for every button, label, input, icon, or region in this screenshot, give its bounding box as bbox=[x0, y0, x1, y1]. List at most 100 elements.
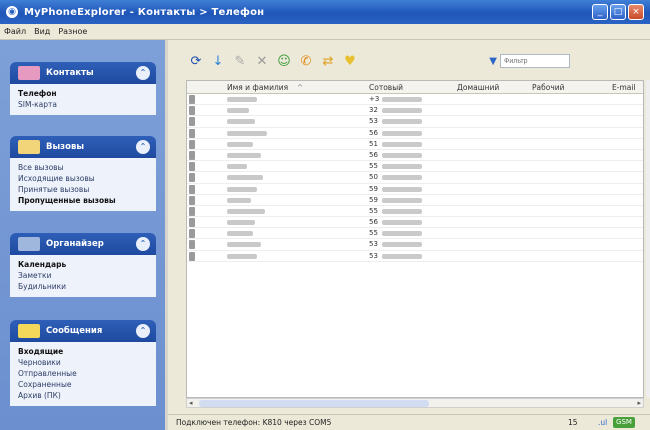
sidebar-item-archive[interactable]: Архив (ПК) bbox=[18, 390, 150, 401]
mobile-number: 55 bbox=[369, 206, 378, 215]
sidebar-item-sent[interactable]: Отправленные bbox=[18, 368, 150, 379]
blurred-name bbox=[227, 97, 257, 102]
window-controls: _ □ × bbox=[592, 4, 644, 20]
menu-file[interactable]: Файл bbox=[4, 27, 26, 36]
contact-icon bbox=[189, 218, 195, 228]
call-icon[interactable]: ✆ bbox=[298, 54, 314, 70]
scroll-right-icon[interactable]: ▸ bbox=[637, 399, 641, 407]
blurred-name bbox=[227, 108, 249, 114]
table-row[interactable]: 55 bbox=[187, 161, 643, 173]
delete-icon[interactable]: ✕ bbox=[254, 54, 270, 70]
table-row[interactable]: 53 bbox=[187, 239, 643, 251]
group-title: Сообщения bbox=[46, 326, 103, 336]
mobile-number: 56 bbox=[369, 218, 378, 227]
mobile-number: 53 bbox=[369, 240, 378, 249]
download-icon[interactable]: ↓ bbox=[210, 54, 226, 70]
status-bar: Подключен телефон: K810 через COM5 15 .u… bbox=[168, 414, 650, 430]
group-header-contacts[interactable]: Контакты ⌃ bbox=[10, 62, 156, 84]
table-row[interactable]: 56 bbox=[187, 217, 643, 229]
table-row[interactable]: 55 bbox=[187, 206, 643, 218]
column-email[interactable]: E-mail bbox=[612, 83, 636, 92]
group-header-organizer[interactable]: Органайзер ⌃ bbox=[10, 233, 156, 255]
sidebar-item-sim[interactable]: SIM-карта bbox=[18, 99, 150, 110]
sidebar-item-received[interactable]: Принятые вызовы bbox=[18, 184, 150, 195]
menu-view[interactable]: Вид bbox=[34, 27, 50, 36]
vertical-scrollbar[interactable] bbox=[646, 80, 650, 398]
table-row[interactable]: 55 bbox=[187, 228, 643, 240]
table-row[interactable]: 50 bbox=[187, 172, 643, 184]
sidebar-item-calendar[interactable]: Календарь bbox=[18, 259, 150, 270]
contact-icon bbox=[189, 128, 195, 138]
group-title: Органайзер bbox=[46, 239, 104, 249]
sidebar-item-all-calls[interactable]: Все вызовы bbox=[18, 162, 150, 173]
column-mobile[interactable]: Сотовый bbox=[369, 83, 403, 92]
table-row[interactable]: 56 bbox=[187, 150, 643, 162]
sidebar-item-alarms[interactable]: Будильники bbox=[18, 281, 150, 292]
scroll-thumb[interactable] bbox=[199, 400, 429, 407]
group-body: Календарь Заметки Будильники bbox=[10, 255, 156, 297]
collapse-icon[interactable]: ⌃ bbox=[136, 66, 150, 80]
contacts-icon bbox=[18, 66, 40, 80]
table-row[interactable]: 59 bbox=[187, 195, 643, 206]
refresh-icon[interactable]: ⟳ bbox=[188, 54, 204, 70]
scroll-left-icon[interactable]: ◂ bbox=[189, 399, 193, 407]
blurred-name bbox=[227, 231, 253, 237]
column-name[interactable]: Имя и фамилия bbox=[227, 83, 288, 92]
table-row[interactable]: 51 bbox=[187, 139, 643, 150]
column-work[interactable]: Рабочий bbox=[532, 83, 565, 92]
sidebar-item-notes[interactable]: Заметки bbox=[18, 270, 150, 281]
horizontal-scrollbar[interactable]: ◂ ▸ bbox=[186, 398, 644, 408]
table-row[interactable]: +3 bbox=[187, 94, 643, 106]
minimize-button[interactable]: _ bbox=[592, 4, 608, 20]
sidebar-item-drafts[interactable]: Черновики bbox=[18, 357, 150, 368]
blurred-name bbox=[227, 119, 255, 125]
favorite-icon[interactable]: ♥ bbox=[342, 54, 358, 70]
table-row[interactable]: 53 bbox=[187, 116, 643, 128]
table-row[interactable]: 32 bbox=[187, 105, 643, 117]
blurred-number bbox=[382, 97, 422, 102]
filter-box: ▼ bbox=[489, 54, 570, 68]
blurred-number bbox=[382, 164, 422, 170]
sync-icon[interactable]: ⇄ bbox=[320, 54, 336, 70]
main-panel: ⟳ ↓ ✎ ✕ ☺ ✆ ⇄ ♥ ▼ Имя и фамилия ^ Сотовы… bbox=[168, 40, 650, 430]
mobile-number: 53 bbox=[369, 117, 378, 126]
table-row[interactable]: 56 bbox=[187, 128, 643, 139]
blurred-name bbox=[227, 130, 267, 136]
sidebar-item-outgoing[interactable]: Исходящие вызовы bbox=[18, 173, 150, 184]
edit-icon[interactable]: ✎ bbox=[232, 54, 248, 70]
collapse-icon[interactable]: ⌃ bbox=[136, 237, 150, 251]
sidebar-item-saved[interactable]: Сохраненные bbox=[18, 379, 150, 390]
toolbar: ⟳ ↓ ✎ ✕ ☺ ✆ ⇄ ♥ ▼ bbox=[168, 50, 650, 74]
contacts-grid: Имя и фамилия ^ Сотовый Домашний Рабочий… bbox=[186, 80, 644, 398]
collapse-icon[interactable]: ⌃ bbox=[136, 324, 150, 338]
close-button[interactable]: × bbox=[628, 4, 644, 20]
contact-icon bbox=[189, 173, 195, 183]
grid-rows: +3 32 53 56 51 56 55 50 59 59 55 56 55 53 53 bbox=[187, 94, 643, 262]
blurred-name bbox=[227, 164, 247, 170]
calls-icon bbox=[18, 140, 40, 154]
table-row[interactable]: 53 bbox=[187, 251, 643, 262]
column-home[interactable]: Домашний bbox=[457, 83, 499, 92]
contact-icon bbox=[189, 240, 195, 250]
menu-misc[interactable]: Разное bbox=[58, 27, 87, 36]
group-header-messages[interactable]: Сообщения ⌃ bbox=[10, 320, 156, 342]
group-body: Входящие Черновики Отправленные Сохранен… bbox=[10, 342, 156, 406]
maximize-button[interactable]: □ bbox=[610, 4, 626, 20]
sidebar-item-phone[interactable]: Телефон bbox=[18, 88, 150, 99]
collapse-icon[interactable]: ⌃ bbox=[136, 140, 150, 154]
sidebar-item-missed[interactable]: Пропущенные вызовы bbox=[18, 195, 150, 206]
connection-status: Подключен телефон: K810 через COM5 bbox=[176, 418, 332, 427]
sidebar-item-inbox[interactable]: Входящие bbox=[18, 346, 150, 357]
blurred-number bbox=[382, 186, 422, 192]
blurred-name bbox=[227, 152, 261, 158]
window-title: MyPhoneExplorer - Контакты > Телефон bbox=[24, 6, 265, 18]
group-header-calls[interactable]: Вызовы ⌃ bbox=[10, 136, 156, 158]
add-contact-icon[interactable]: ☺ bbox=[276, 54, 292, 70]
table-row[interactable]: 59 bbox=[187, 184, 643, 195]
blurred-number bbox=[382, 175, 422, 181]
mobile-number: 50 bbox=[369, 173, 378, 182]
contact-icon bbox=[189, 106, 195, 116]
filter-input[interactable] bbox=[500, 54, 570, 68]
blurred-name bbox=[227, 175, 263, 181]
network-badge: GSM bbox=[613, 417, 635, 428]
